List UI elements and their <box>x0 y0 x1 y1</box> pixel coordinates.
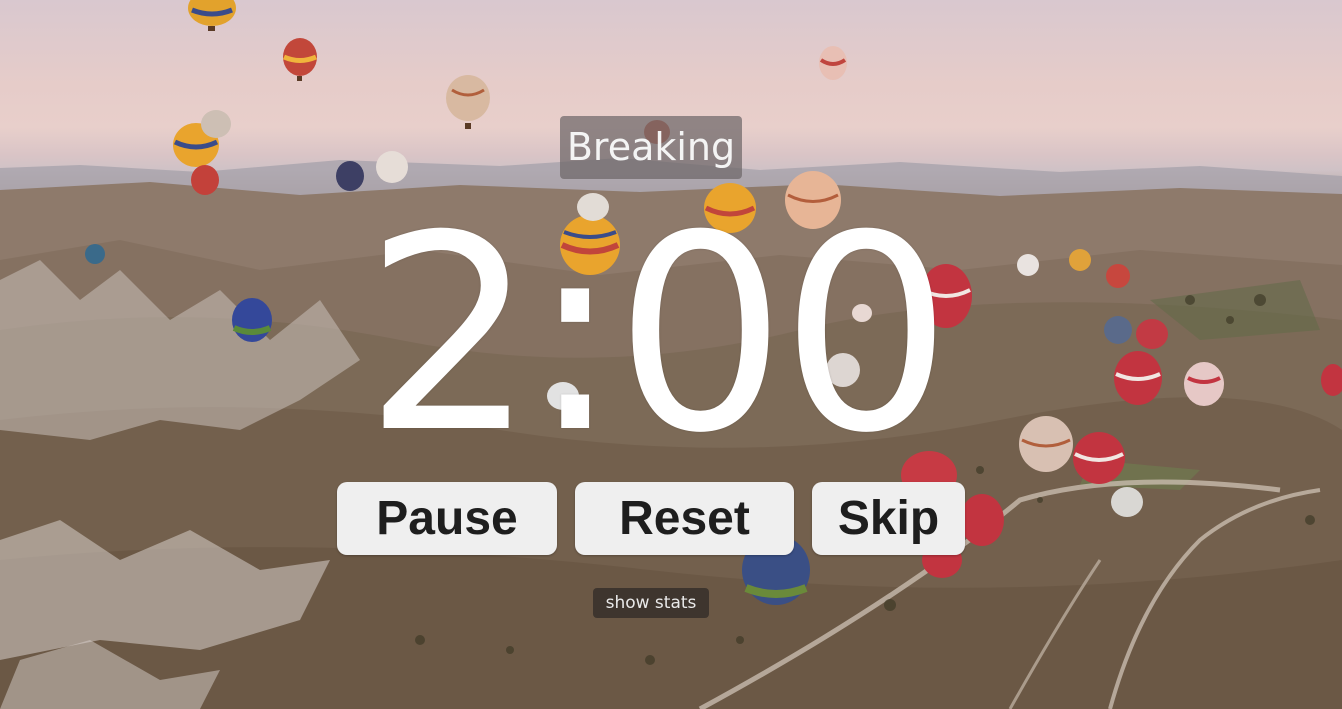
balloon <box>1114 351 1162 405</box>
balloon <box>282 38 318 81</box>
pomodoro-app: Breaking 2:00 Pause Reset Skip show stat… <box>0 0 1342 709</box>
balloon <box>188 0 236 31</box>
reset-button[interactable]: Reset <box>575 482 794 555</box>
countdown-timer: 2:00 <box>363 177 952 492</box>
pause-button[interactable]: Pause <box>337 482 557 555</box>
show-stats-button[interactable]: show stats <box>593 588 709 618</box>
balloon <box>1019 416 1073 472</box>
balloon <box>446 75 490 129</box>
balloon <box>1184 362 1224 406</box>
skip-button[interactable]: Skip <box>812 482 965 555</box>
balloon <box>819 46 847 80</box>
session-status-label: Breaking <box>560 116 742 179</box>
balloon <box>1073 432 1125 484</box>
